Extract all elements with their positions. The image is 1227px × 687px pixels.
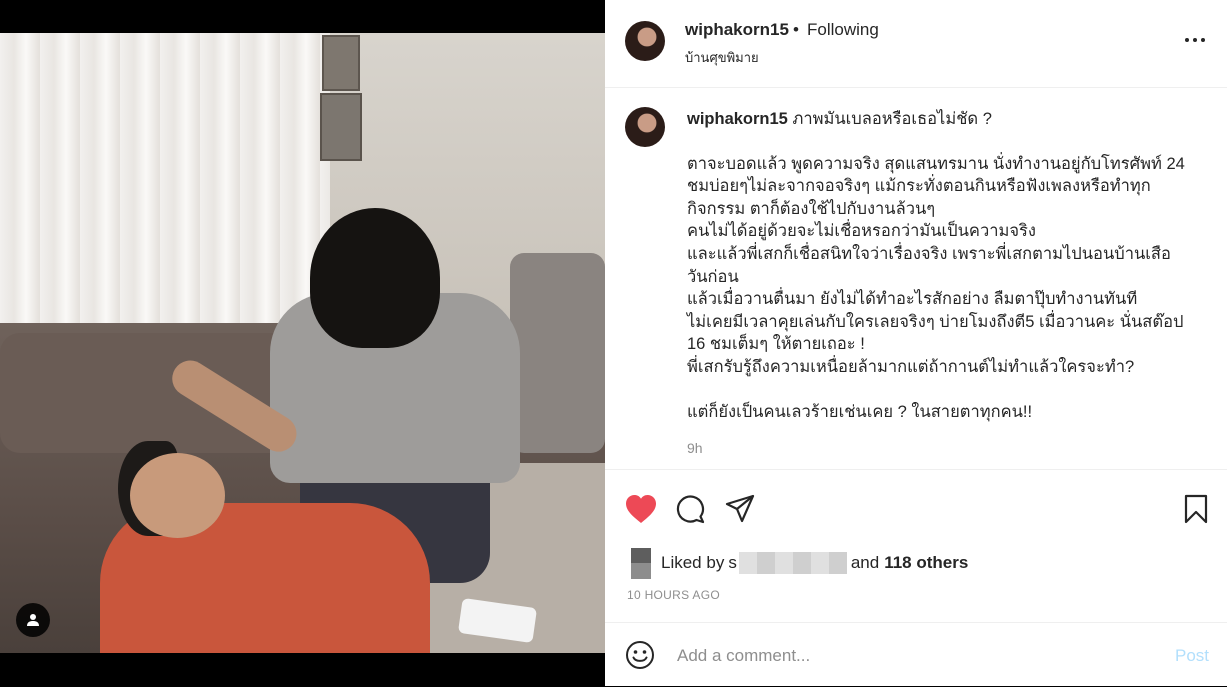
- photo-man-hair: [310, 208, 440, 348]
- caption-line: ไม่เคยมีเวลาคุยเล่นกับใครเลยจริงๆ บ่ายโม…: [687, 312, 1184, 331]
- following-button[interactable]: Following: [807, 20, 879, 40]
- photo-armchair: [510, 253, 605, 453]
- avatar[interactable]: [625, 21, 665, 61]
- likes-summary: Liked by s and 118 others: [627, 545, 968, 581]
- post-details-panel: wiphakorn15 • Following บ้านศุขพิมาย wip…: [605, 0, 1227, 686]
- liker-username[interactable]: s: [728, 553, 737, 573]
- liker-avatars[interactable]: [627, 545, 655, 581]
- heart-icon[interactable]: [625, 494, 657, 524]
- likes-and: and: [850, 553, 880, 572]
- caption-line: 16 ชมเต็มๆ ให้ตายเถอะ !: [687, 335, 865, 354]
- user-tag-icon: [27, 614, 39, 626]
- post-media: [0, 0, 605, 686]
- separator-dot: •: [793, 20, 799, 39]
- caption-line: และแล้วพี่เสกก็เชื่อสนิทใจว่าเรื่องจริง …: [687, 244, 1171, 263]
- caption-line: ภาพมันเบลอหรือเธอไม่ชัด ?: [792, 110, 992, 128]
- avatar[interactable]: [625, 107, 665, 147]
- comment-icon[interactable]: [675, 494, 705, 524]
- caption-line: กิจกรรม ตาก็ต้องใช้ไปกับงานล้วนๆ: [687, 199, 936, 218]
- caption-line: แล้วเมื่อวานตื่นมา ยังไม่ได้ทำอะไรสักอย่…: [687, 290, 1138, 309]
- caption-line: คนไม่ได้อยู่ด้วยจะไม่เชื่อหรอกว่ามันเป็น…: [687, 222, 1036, 241]
- likes-others-link[interactable]: 118 others: [884, 553, 968, 573]
- post-header: wiphakorn15 • Following บ้านศุขพิมาย: [605, 0, 1227, 88]
- likes-prefix: Liked by: [661, 553, 725, 572]
- photo-wall-frame: [322, 35, 360, 91]
- post-timestamp[interactable]: 10 HOURS AGO: [627, 588, 720, 602]
- bookmark-icon[interactable]: [1184, 494, 1208, 524]
- caption-timestamp[interactable]: 9h: [687, 440, 703, 456]
- caption-text: wiphakorn15 ภาพมันเบลอหรือเธอไม่ชัด ? ตา…: [687, 108, 1187, 423]
- more-options-icon[interactable]: [1180, 28, 1210, 52]
- post-photo[interactable]: [0, 33, 605, 653]
- post-comment-button[interactable]: Post: [1175, 646, 1209, 666]
- caption-line: ตาจะบอดแล้ว พูดความจริง สุดแสนทรมาน นั่ง…: [687, 154, 1185, 173]
- emoji-icon[interactable]: [625, 640, 655, 670]
- comment-input[interactable]: [675, 642, 1149, 670]
- caption-line: ชมบ่อยๆไม่ละจากจอจริงๆ แม้กระทั่งตอนกินห…: [687, 177, 1151, 196]
- caption-line: วันก่อน: [687, 267, 739, 286]
- header-username[interactable]: wiphakorn15: [685, 20, 789, 40]
- likes-text: Liked by s and 118 others: [661, 552, 968, 574]
- caption-line: แต่ก็ยังเป็นคนเลวร้ายเช่นเคย ? ในสายตาทุ…: [687, 402, 1033, 421]
- photo-woman-head: [130, 453, 225, 538]
- redacted-username: [738, 552, 847, 574]
- comment-bar: Post: [605, 622, 1227, 687]
- location-link[interactable]: บ้านศุขพิมาย: [685, 47, 759, 68]
- caption-area: wiphakorn15 ภาพมันเบลอหรือเธอไม่ชัด ? ตา…: [605, 88, 1227, 468]
- caption-line: พี่เสกรับรู้ถึงความเหนื่อยล้ามากแต่ถ้ากา…: [687, 357, 1135, 376]
- share-icon[interactable]: [725, 494, 755, 524]
- photo-wall-frame: [320, 93, 362, 161]
- caption-username[interactable]: wiphakorn15: [687, 110, 788, 128]
- post-actions: Liked by s and 118 others 10 HOURS AGO: [605, 469, 1227, 630]
- user-tag-button[interactable]: [16, 603, 50, 637]
